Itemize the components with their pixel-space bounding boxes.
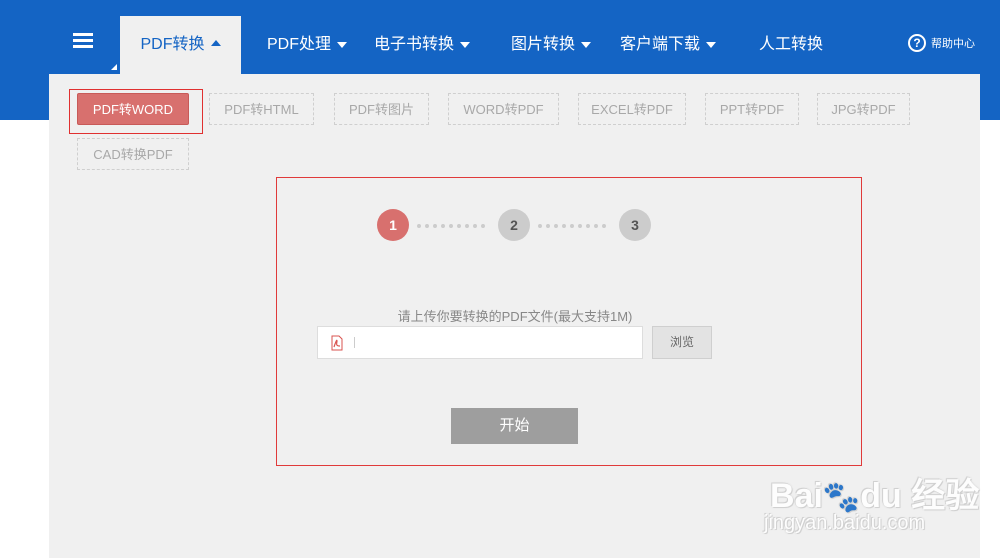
chevron-down-icon [460,41,471,48]
nav-tab-ebook-convert[interactable]: 电子书转换 [374,16,471,74]
option-pdf-to-image[interactable]: PDF转图片 [334,93,429,125]
nav-tab-pdf-convert[interactable]: PDF转换 [120,16,241,74]
chevron-down-icon [581,41,592,48]
chevron-down-icon [337,41,348,48]
step-connector [417,224,493,228]
pdf-file-icon [331,335,343,350]
hamburger-menu-icon[interactable] [70,30,96,58]
nav-tab-label: 人工转换 [759,36,824,53]
start-button[interactable]: 开始 [451,408,578,444]
file-path-input[interactable] [317,326,643,359]
step-2-indicator: 2 [498,209,530,241]
browse-button[interactable]: 浏览 [652,326,712,359]
chevron-down-icon [706,41,717,48]
nav-tab-label: 客户端下载 [620,36,701,53]
nav-tab-label: 图片转换 [511,36,576,53]
option-jpg-to-pdf[interactable]: JPG转PDF [817,93,910,125]
upload-instructions: 请上传你要转换的PDF文件(最大支持1M) [397,309,633,324]
nav-tab-image-convert[interactable]: 图片转换 [511,16,592,74]
nav-tab-label: PDF处理 [267,36,332,53]
help-center-label: 帮助中心 [931,38,975,50]
step-1-indicator: 1 [377,209,409,241]
nav-tab-pdf-process[interactable]: PDF处理 [267,16,348,74]
option-cad-to-pdf[interactable]: CAD转换PDF [77,138,189,170]
text-cursor [354,337,355,348]
nav-tab-manual-convert[interactable]: 人工转换 [759,16,823,74]
option-excel-to-pdf[interactable]: EXCEL转PDF [578,93,686,125]
corner-mark-icon [111,64,117,70]
caret-up-icon [210,39,221,46]
option-word-to-pdf[interactable]: WORD转PDF [448,93,559,125]
help-center-link[interactable]: ? 帮助中心 [908,34,975,52]
step-3-indicator: 3 [619,209,651,241]
option-ppt-to-pdf[interactable]: PPT转PDF [705,93,799,125]
option-pdf-to-word[interactable]: PDF转WORD [77,93,189,125]
question-circle-icon: ? [908,34,926,52]
nav-tab-label: 电子书转换 [374,36,455,53]
nav-tab-label: PDF转换 [140,36,205,53]
option-pdf-to-html[interactable]: PDF转HTML [209,93,314,125]
nav-tab-client-download[interactable]: 客户端下载 [620,16,717,74]
step-connector [538,224,614,228]
